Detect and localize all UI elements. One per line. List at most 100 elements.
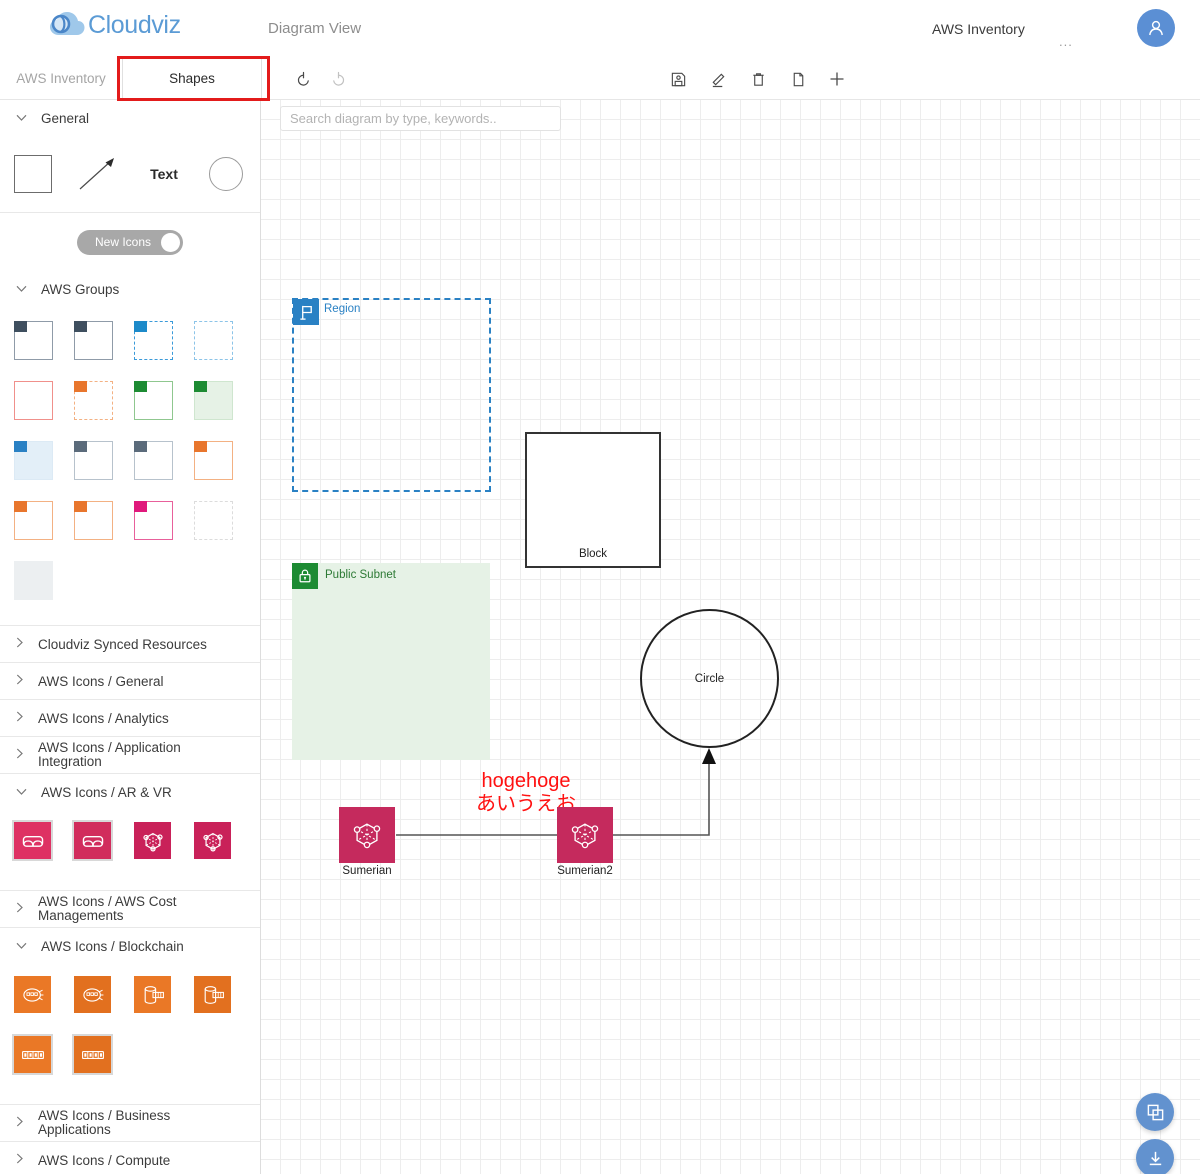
group-elastic-beanstalk[interactable]: [74, 495, 134, 555]
general-shapes-row: Text: [0, 136, 260, 212]
public-subnet-group[interactable]: Public Subnet: [292, 563, 490, 760]
group-availability-zone[interactable]: [14, 375, 74, 435]
account-name[interactable]: AWS Inventory: [932, 21, 1025, 37]
group-ec2-instance-contents[interactable]: [194, 435, 254, 495]
group-auto-scaling[interactable]: [14, 495, 74, 555]
category-header-aws-icons-blockchain[interactable]: AWS Icons / Blockchain: [0, 928, 260, 964]
aws-qldb-light[interactable]: [134, 972, 194, 1032]
section-aws-groups-label: AWS Groups: [41, 281, 120, 297]
group-region[interactable]: [134, 315, 194, 375]
brand-logo[interactable]: Cloudviz: [48, 9, 181, 41]
section-aws-groups-header[interactable]: AWS Groups: [0, 271, 260, 307]
group-badge-icon: [194, 441, 207, 452]
shape-circle[interactable]: [209, 157, 243, 191]
group-badge-icon: [74, 321, 87, 332]
section-general-header[interactable]: General: [0, 100, 260, 136]
aws-sumerian-vr-headset[interactable]: [74, 818, 134, 878]
sumerian-node-1[interactable]: Sumerian: [339, 807, 395, 877]
block-shape-label: Block: [578, 548, 608, 560]
ledger-database-icon: [134, 976, 171, 1013]
category-header-aws-icons-analytics[interactable]: AWS Icons / Analytics: [0, 700, 260, 736]
category-header-aws-icons-general[interactable]: AWS Icons / General: [0, 663, 260, 699]
new-icons-toggle[interactable]: New Icons: [77, 229, 183, 255]
block-shape[interactable]: Block: [525, 432, 661, 568]
category-label: Cloudviz Synced Resources: [38, 636, 207, 652]
duplicate-button[interactable]: [785, 66, 811, 92]
category-icon-grid: [0, 964, 260, 1104]
group-aws-cloud[interactable]: [14, 315, 74, 375]
category-header-aws-icons-aws-cost-managements[interactable]: AWS Icons / AWS Cost Managements: [0, 891, 260, 927]
download-fab[interactable]: [1136, 1139, 1174, 1174]
tab-aws-inventory[interactable]: AWS Inventory: [0, 58, 122, 99]
redo-button[interactable]: [325, 66, 351, 92]
group-vpc[interactable]: [134, 375, 194, 435]
category-header-aws-icons-business-applications[interactable]: AWS Icons / Business Applications: [0, 1105, 260, 1141]
toggle-knob: [161, 232, 180, 252]
chevron-down-icon: [16, 937, 27, 955]
tab-shapes[interactable]: Shapes: [122, 58, 262, 99]
edit-pencil-icon: [712, 73, 724, 87]
category-header-cloudviz-synced-resources[interactable]: Cloudviz Synced Resources: [0, 626, 260, 662]
group-server-contents[interactable]: [74, 435, 134, 495]
shape-text[interactable]: Text: [144, 166, 184, 182]
diagram-canvas[interactable]: Region Public Subnet Block Circle: [261, 100, 1200, 1174]
group-badge-icon: [134, 441, 147, 452]
aws-sumerian-3d-light[interactable]: [134, 818, 194, 878]
group-security-group[interactable]: [74, 375, 134, 435]
group-private-subnet[interactable]: [14, 435, 74, 495]
blockchain-network-icon: [14, 976, 51, 1013]
aws-blockchain-resource[interactable]: [74, 1032, 134, 1092]
category-label: AWS Icons / Business Applications: [38, 1108, 171, 1137]
group-aws-cloud-alt[interactable]: [74, 315, 134, 375]
shape-square[interactable]: [14, 155, 52, 193]
category-label: AWS Icons / General: [38, 673, 164, 689]
category-header-aws-icons-compute[interactable]: AWS Icons / Compute: [0, 1142, 260, 1174]
sumerian-cube-icon: [353, 823, 381, 849]
group-public-subnet[interactable]: [194, 375, 254, 435]
circle-shape[interactable]: Circle: [640, 609, 779, 748]
duplicate-fab[interactable]: [1136, 1093, 1174, 1131]
undo-arrow-icon: [297, 71, 309, 86]
delete-button[interactable]: [745, 66, 771, 92]
app-header: Cloudviz Diagram View AWS Inventory ...: [0, 0, 1200, 58]
group-corporate-datacenter[interactable]: [134, 435, 194, 495]
region-group[interactable]: Region: [292, 298, 491, 492]
chevron-right-icon: [16, 635, 24, 653]
diagram-search[interactable]: [280, 106, 561, 131]
group-badge-icon: [14, 321, 27, 332]
aws-blockchain-resource-light[interactable]: [14, 1032, 74, 1092]
group-region-empty[interactable]: [194, 315, 254, 375]
save-button[interactable]: [665, 66, 691, 92]
sumerian-cube-icon: [571, 823, 599, 849]
aws-managed-blockchain[interactable]: [74, 972, 134, 1032]
sumerian-cube-icon: [134, 822, 171, 859]
category-header-aws-icons-application-integration[interactable]: AWS Icons / Application Integration: [0, 737, 260, 773]
undo-button[interactable]: [290, 66, 316, 92]
group-aws-step-function[interactable]: [134, 495, 194, 555]
group-generic-dashed[interactable]: [194, 495, 254, 555]
cloud-icon: [48, 9, 86, 41]
arrowhead-icon: [702, 748, 716, 764]
group-box: [14, 561, 53, 600]
category-label: AWS Icons / AR & VR: [41, 784, 172, 800]
add-button[interactable]: [824, 66, 850, 92]
chevron-right-icon: [16, 1151, 24, 1169]
aws-qldb[interactable]: [194, 972, 254, 1032]
search-input[interactable]: [290, 111, 551, 126]
category-header-aws-icons-ar-vr[interactable]: AWS Icons / AR & VR: [0, 774, 260, 810]
category-icon-grid: [0, 810, 260, 890]
group-generic-gray[interactable]: [14, 555, 74, 615]
user-avatar[interactable]: [1137, 9, 1175, 47]
aws-managed-blockchain-light[interactable]: [14, 972, 74, 1032]
chevron-right-icon: [16, 1114, 24, 1132]
circle-shape-label: Circle: [694, 673, 725, 685]
group-badge-icon: [194, 381, 207, 392]
account-overflow-menu[interactable]: ...: [1059, 35, 1073, 48]
aws-sumerian-vr-headset-light[interactable]: [14, 818, 74, 878]
aws-sumerian-3d[interactable]: [194, 818, 254, 878]
download-icon: [1149, 1151, 1161, 1165]
group-box: [14, 381, 53, 420]
sumerian-node-2[interactable]: Sumerian2: [557, 807, 613, 877]
edit-button[interactable]: [705, 66, 731, 92]
shape-line-arrow[interactable]: [77, 155, 119, 193]
